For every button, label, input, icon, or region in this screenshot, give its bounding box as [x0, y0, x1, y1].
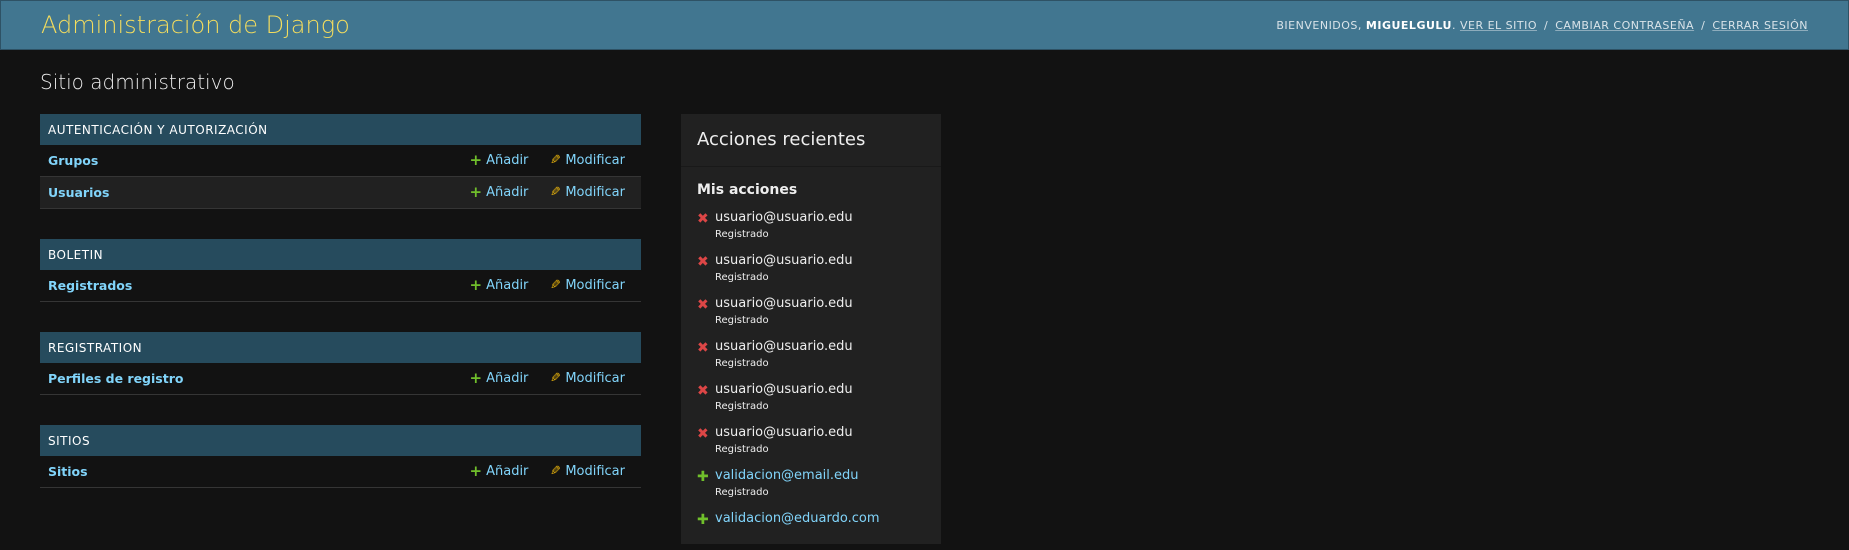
add-link[interactable]: + Añadir	[469, 369, 529, 387]
action-object: usuario@usuario.edu	[715, 339, 853, 354]
pencil-icon: ✎	[550, 371, 562, 386]
pencil-icon: ✎	[550, 464, 562, 479]
app-module-sitios: Sitios Sitios + Añadir ✎ Modificar	[40, 425, 641, 488]
action-item: ✖ usuario@usuario.edu Registrado	[681, 378, 941, 421]
page-title: Sitio administrativo	[40, 70, 235, 94]
model-row-perfiles: Perfiles de registro + Añadir ✎ Modificar	[40, 363, 641, 395]
action-item: ✖ usuario@usuario.edu Registrado	[681, 292, 941, 335]
action-content-type: Registrado	[715, 401, 769, 412]
app-module-registration: Registration Perfiles de registro + Añadi…	[40, 332, 641, 395]
model-row-sitios: Sitios + Añadir ✎ Modificar	[40, 456, 641, 488]
view-site-link[interactable]: Ver el sitio	[1460, 19, 1537, 32]
plus-icon: ✚	[697, 512, 709, 528]
app-caption[interactable]: Registration	[40, 332, 641, 363]
app-caption[interactable]: Autenticación y autorización	[40, 114, 641, 145]
action-object: usuario@usuario.edu	[715, 425, 853, 440]
pencil-icon: ✎	[550, 278, 562, 293]
logout-link[interactable]: Cerrar sesión	[1712, 19, 1808, 32]
action-item: ✖ usuario@usuario.edu Registrado	[681, 249, 941, 292]
username: miguelgulu	[1365, 18, 1452, 32]
pencil-icon: ✎	[550, 185, 562, 200]
change-password-link[interactable]: Cambiar contraseña	[1555, 19, 1694, 32]
model-row-registrados: Registrados + Añadir ✎ Modificar	[40, 270, 641, 302]
action-content-type: Registrado	[715, 272, 769, 283]
header: Administración de Django Bienvenidos, mi…	[0, 0, 1849, 50]
add-link[interactable]: + Añadir	[469, 151, 529, 169]
action-content-type: Registrado	[715, 444, 769, 455]
action-item: ✖ usuario@usuario.edu Registrado	[681, 335, 941, 378]
action-item: ✚ validacion@eduardo.com	[681, 507, 941, 550]
action-item: ✖ usuario@usuario.edu Registrado	[681, 421, 941, 464]
action-content-type: Registrado	[715, 315, 769, 326]
add-link[interactable]: + Añadir	[469, 183, 529, 201]
change-link[interactable]: ✎ Modificar	[550, 371, 625, 386]
app-caption[interactable]: Sitios	[40, 425, 641, 456]
action-object: usuario@usuario.edu	[715, 382, 853, 397]
change-link[interactable]: ✎ Modificar	[550, 464, 625, 479]
action-object[interactable]: validacion@eduardo.com	[715, 511, 925, 526]
action-object: usuario@usuario.edu	[715, 253, 853, 268]
action-object: usuario@usuario.edu	[715, 296, 853, 311]
app-module-auth: Autenticación y autorización Grupos + Aña…	[40, 114, 641, 209]
x-icon: ✖	[697, 340, 709, 356]
change-link[interactable]: ✎ Modificar	[550, 278, 625, 293]
app-module-boletin: Boletin Registrados + Añadir ✎ Modificar	[40, 239, 641, 302]
model-link[interactable]: Perfiles de registro	[48, 371, 448, 386]
site-branding[interactable]: Administración de Django	[41, 11, 350, 39]
change-link[interactable]: ✎ Modificar	[550, 185, 625, 200]
plus-icon: +	[469, 462, 483, 480]
model-link[interactable]: Grupos	[48, 153, 448, 168]
action-content-type: Registrado	[715, 487, 769, 498]
recent-actions-title: Acciones recientes	[681, 114, 941, 167]
x-icon: ✖	[697, 211, 709, 227]
model-link[interactable]: Usuarios	[48, 185, 448, 200]
recent-actions-panel: Acciones recientes Mis acciones ✖ usuario…	[681, 114, 941, 544]
model-link[interactable]: Registrados	[48, 278, 448, 293]
action-content-type: Registrado	[715, 229, 769, 240]
app-list: Autenticación y autorización Grupos + Aña…	[40, 114, 641, 518]
add-link[interactable]: + Añadir	[469, 276, 529, 294]
action-content-type: Registrado	[715, 358, 769, 369]
model-row-usuarios: Usuarios + Añadir ✎ Modificar	[40, 177, 641, 209]
plus-icon: +	[469, 151, 483, 169]
welcome-text: Bienvenidos,	[1276, 18, 1362, 32]
model-row-grupos: Grupos + Añadir ✎ Modificar	[40, 145, 641, 177]
action-object: usuario@usuario.edu	[715, 210, 853, 225]
plus-icon: +	[469, 276, 483, 294]
action-list: ✖ usuario@usuario.edu Registrado ✖ usuario@u…	[681, 206, 941, 550]
plus-icon: +	[469, 369, 483, 387]
action-object[interactable]: validacion@email.edu	[715, 468, 925, 483]
action-item: ✚ validacion@email.edu Registrado	[681, 464, 941, 507]
plus-icon: ✚	[697, 469, 709, 485]
action-item: ✖ usuario@usuario.edu Registrado	[681, 206, 941, 249]
pencil-icon: ✎	[550, 153, 562, 168]
change-link[interactable]: ✎ Modificar	[550, 153, 625, 168]
user-tools: Bienvenidos, miguelgulu. Ver el sitio / …	[1276, 18, 1808, 32]
my-actions-heading: Mis acciones	[697, 182, 798, 198]
plus-icon: +	[469, 183, 483, 201]
x-icon: ✖	[697, 254, 709, 270]
add-link[interactable]: + Añadir	[469, 462, 529, 480]
x-icon: ✖	[697, 297, 709, 313]
app-caption[interactable]: Boletin	[40, 239, 641, 270]
model-link[interactable]: Sitios	[48, 464, 448, 479]
x-icon: ✖	[697, 426, 709, 442]
x-icon: ✖	[697, 383, 709, 399]
